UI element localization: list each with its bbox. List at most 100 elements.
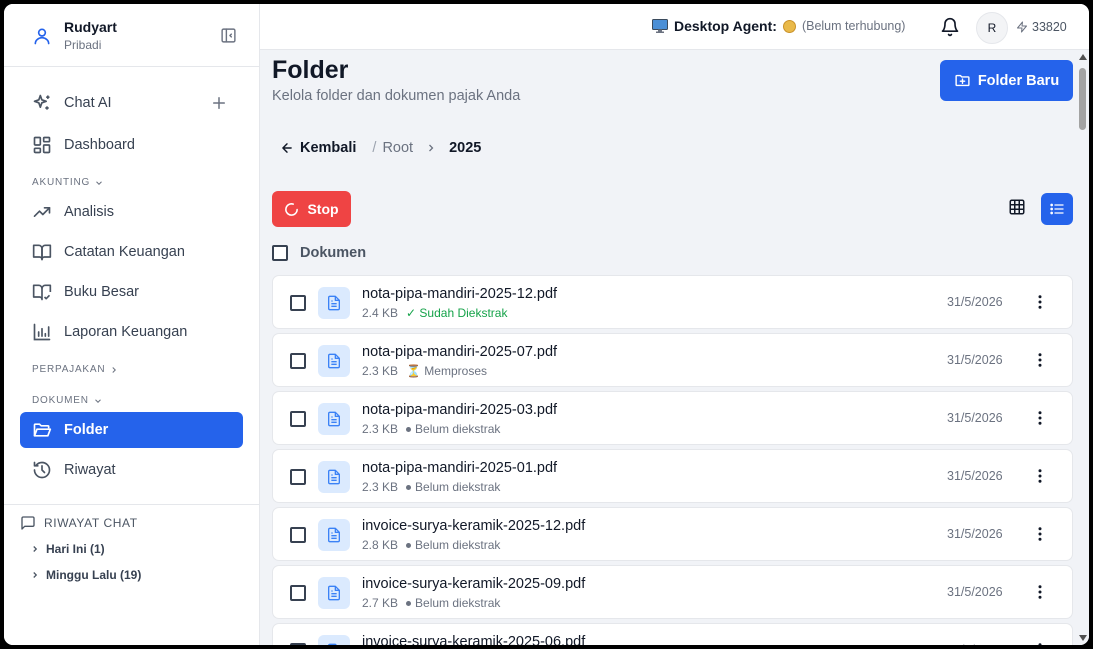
- file-meta: 2.3 KB ⏳ Memproses: [362, 364, 487, 378]
- dashboard-icon: [33, 136, 51, 154]
- file-meta: 2.8 KB Belum diekstrak: [362, 538, 500, 552]
- sidebar-item-label: Chat AI: [64, 95, 112, 111]
- file-date: 31/5/2026: [947, 411, 1003, 425]
- desktop-agent-status[interactable]: Desktop Agent: (Belum terhubung): [652, 18, 905, 34]
- file-name[interactable]: nota-pipa-mandiri-2025-07.pdf: [362, 344, 557, 360]
- row-checkbox[interactable]: [290, 643, 306, 645]
- chevron-down-icon: [96, 180, 102, 185]
- select-all-checkbox[interactable]: [272, 245, 288, 261]
- sidebar-item-analisis[interactable]: Analisis: [20, 194, 243, 230]
- sidebar-item-riwayat[interactable]: Riwayat: [20, 452, 243, 488]
- file-date: 31/5/2026: [947, 643, 1003, 645]
- file-name[interactable]: invoice-surya-keramik-2025-12.pdf: [362, 518, 585, 534]
- new-chat-plus-icon[interactable]: [210, 94, 228, 112]
- sidebar-item-label: Laporan Keuangan: [64, 324, 188, 340]
- extraction-status: Belum diekstrak: [406, 422, 500, 436]
- file-size: 2.3 KB: [362, 480, 399, 494]
- file-size: 2.3 KB: [362, 364, 399, 378]
- new-folder-label: Folder Baru: [977, 72, 1060, 89]
- back-link[interactable]: Kembali: [280, 140, 356, 156]
- sidebar-item-buku-besar[interactable]: Buku Besar: [20, 274, 243, 310]
- app-window: Rudyart Pribadi Chat AI Dashboard AKUNTI…: [4, 4, 1089, 645]
- document-row[interactable]: invoice-surya-keramik-2025-12.pdf 2.8 KB…: [272, 507, 1073, 561]
- file-text-icon: [318, 577, 350, 609]
- document-row[interactable]: nota-pipa-mandiri-2025-01.pdf 2.3 KB Bel…: [272, 449, 1073, 503]
- section-perpajakan[interactable]: PERPAJAKAN: [32, 364, 119, 375]
- file-name[interactable]: nota-pipa-mandiri-2025-12.pdf: [362, 286, 557, 302]
- file-text-icon: [318, 287, 350, 319]
- more-vertical-icon[interactable]: [1031, 409, 1049, 427]
- list-view-button[interactable]: [1041, 193, 1073, 225]
- user-subtitle: Pribadi: [64, 38, 102, 52]
- main-content: Folder Kelola folder dan dokumen pajak A…: [260, 50, 1089, 645]
- more-vertical-icon[interactable]: [1031, 293, 1049, 311]
- chat-group-last-week[interactable]: Minggu Lalu (19): [30, 568, 141, 582]
- sidebar-item-laporan-keuangan[interactable]: Laporan Keuangan: [20, 314, 243, 350]
- more-vertical-icon[interactable]: [1031, 351, 1049, 369]
- more-vertical-icon[interactable]: [1031, 467, 1049, 485]
- more-vertical-icon[interactable]: [1031, 583, 1049, 601]
- chat-group-label: Minggu Lalu (19): [46, 568, 142, 582]
- list-header: Dokumen: [272, 245, 366, 261]
- file-size: 2.8 KB: [362, 538, 399, 552]
- avatar[interactable]: R: [976, 12, 1008, 44]
- sidebar-item-folder[interactable]: Folder: [20, 412, 243, 448]
- file-date: 31/5/2026: [947, 353, 1003, 367]
- row-checkbox[interactable]: [290, 411, 306, 427]
- chevron-right-icon: [429, 144, 434, 152]
- file-name[interactable]: invoice-surya-keramik-2025-09.pdf: [362, 576, 585, 592]
- scroll-down-icon[interactable]: [1079, 635, 1087, 641]
- agent-status-text: (Belum terhubung): [801, 19, 906, 33]
- breadcrumb-separator: /: [372, 140, 377, 156]
- row-checkbox[interactable]: [290, 585, 306, 601]
- file-name[interactable]: nota-pipa-mandiri-2025-03.pdf: [362, 402, 557, 418]
- document-row[interactable]: nota-pipa-mandiri-2025-12.pdf 2.4 KB ✓ S…: [272, 275, 1073, 329]
- bell-icon[interactable]: [940, 17, 960, 37]
- row-checkbox[interactable]: [290, 527, 306, 543]
- more-vertical-icon[interactable]: [1031, 641, 1049, 645]
- row-checkbox[interactable]: [290, 353, 306, 369]
- document-row[interactable]: nota-pipa-mandiri-2025-03.pdf 2.3 KB Bel…: [272, 391, 1073, 445]
- section-akunting[interactable]: AKUNTING: [32, 177, 104, 188]
- folder-open-icon: [33, 423, 52, 437]
- file-text-icon: [318, 403, 350, 435]
- file-size: 2.7 KB: [362, 596, 399, 610]
- file-date: 31/5/2026: [947, 585, 1003, 599]
- back-label: Kembali: [300, 140, 357, 156]
- stop-button[interactable]: Stop: [272, 191, 351, 227]
- scrollbar-thumb[interactable]: [1079, 68, 1086, 130]
- file-name[interactable]: invoice-surya-keramik-2025-06.pdf: [362, 634, 585, 645]
- extraction-status: Belum diekstrak: [406, 596, 500, 610]
- sidebar-item-catatan-keuangan[interactable]: Catatan Keuangan: [20, 234, 243, 270]
- breadcrumb-root[interactable]: Root: [382, 140, 413, 156]
- sidebar-item-label: Analisis: [64, 204, 114, 220]
- more-vertical-icon[interactable]: [1031, 525, 1049, 543]
- list-header-label: Dokumen: [300, 245, 367, 261]
- sidebar-item-dashboard[interactable]: Dashboard: [20, 127, 243, 163]
- file-text-icon: [318, 345, 350, 377]
- document-row[interactable]: invoice-surya-keramik-2025-09.pdf 2.7 KB…: [272, 565, 1073, 619]
- document-row[interactable]: invoice-surya-keramik-2025-06.pdf 31/5/2…: [272, 623, 1073, 645]
- file-text-icon: [318, 461, 350, 493]
- trending-up-icon: [33, 207, 51, 217]
- file-name[interactable]: nota-pipa-mandiri-2025-01.pdf: [362, 460, 557, 476]
- loader-icon: [285, 202, 299, 216]
- new-folder-button[interactable]: Folder Baru: [940, 60, 1073, 101]
- sidebar-item-label: Catatan Keuangan: [64, 244, 185, 260]
- file-text-icon: [318, 519, 350, 551]
- section-dokumen[interactable]: DOKUMEN: [32, 395, 103, 406]
- sidebar: Rudyart Pribadi Chat AI Dashboard AKUNTI…: [4, 4, 260, 645]
- row-checkbox[interactable]: [290, 295, 306, 311]
- user-profile: Rudyart Pribadi: [4, 4, 259, 67]
- chevron-right-icon: [33, 546, 38, 552]
- scroll-up-icon[interactable]: [1079, 54, 1087, 60]
- breadcrumb: Kembali / Root 2025: [280, 140, 481, 156]
- document-row[interactable]: nota-pipa-mandiri-2025-07.pdf 2.3 KB ⏳ M…: [272, 333, 1073, 387]
- sidebar-collapse-icon[interactable]: [220, 27, 237, 44]
- chat-group-label: Hari Ini (1): [46, 542, 105, 556]
- grid-view-icon[interactable]: [1008, 198, 1026, 216]
- topbar: Desktop Agent: (Belum terhubung) R 33820: [260, 4, 1089, 50]
- row-checkbox[interactable]: [290, 469, 306, 485]
- chat-group-today[interactable]: Hari Ini (1): [30, 542, 105, 556]
- scrollbar[interactable]: [1077, 50, 1089, 645]
